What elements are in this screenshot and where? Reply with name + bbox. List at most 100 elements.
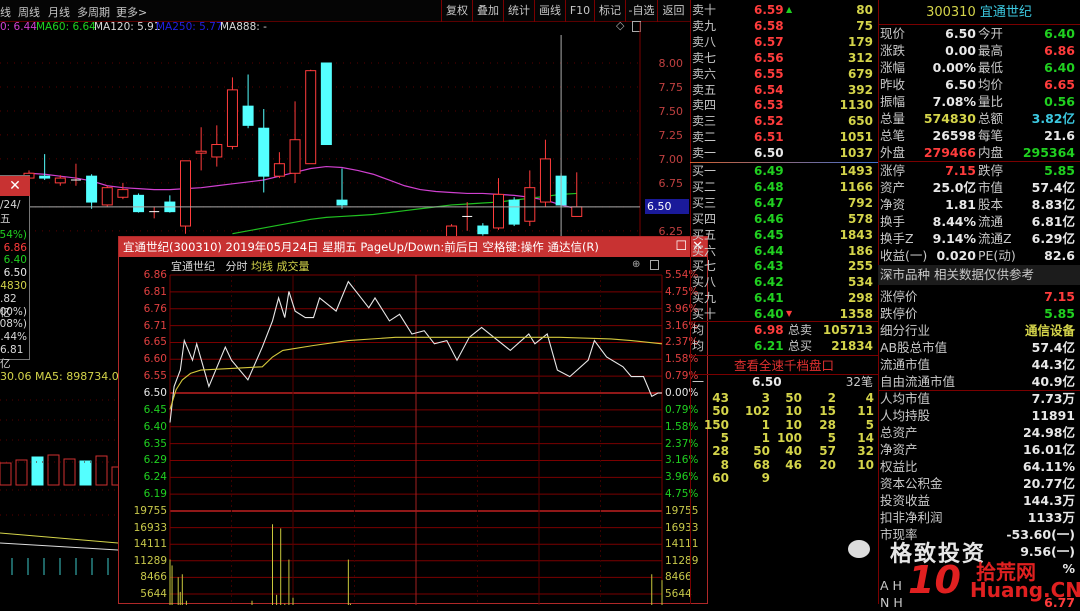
bar-info-value: /24/五 [0,199,21,225]
bar-info-value: 8.44% [0,331,27,344]
kline-price-tick: 8.00 [659,57,684,70]
quote-value: 64.11% [1022,459,1075,474]
ask-level[interactable]: 卖一 6.50 1037 [690,145,878,161]
quote-label: 总资产 [880,425,918,440]
ask-level[interactable]: 卖六 6.55 679 [690,66,878,82]
kline-price-tick: 7.00 [659,153,684,166]
quote-label: 现价 [880,26,906,41]
ask-level[interactable]: 卖九 6.58 75 [690,18,878,34]
full-depth-link[interactable]: 查看全速千档盘口 [690,355,878,375]
ask-level[interactable]: 卖二 6.51 1051 [690,129,878,145]
bid-level[interactable]: 买五 6.45 1843 [690,227,878,243]
tick-volume: 15 [819,404,836,419]
level-label: 买三 [692,195,717,210]
level-price: 6.40 [754,307,784,322]
ask-level[interactable]: 卖七 6.56 312 [690,50,878,66]
bid-level[interactable]: 买三 6.47 792 [690,195,878,211]
bid-level[interactable]: 买一 6.49 1493 [690,163,878,179]
volume-bar [47,454,60,486]
candle-body [258,127,270,177]
left-price-tick: 6.19 [143,488,167,501]
tick-volume: 60 [712,470,729,485]
tick-volume: 5 [827,430,836,445]
ask-level[interactable]: 卖八 6.57 179 [690,34,878,50]
bid-level[interactable]: 买九 6.41 298 [690,290,878,306]
quote-row: 流通市值 44.3亿 [878,356,1080,373]
candle-body [195,150,207,154]
bid-level[interactable]: 买十 6.40 ▼ 1358 [690,306,878,322]
candle-body [493,193,504,229]
ask-level[interactable]: 卖四 6.53 1130 [690,97,878,113]
avg-buy-row: 均 6.21 总买 21834 [690,338,878,354]
level-volume: 298 [847,291,873,306]
bid-level[interactable]: 买七 6.43 255 [690,258,878,274]
candle-body [539,158,551,203]
logo-en: Huang.CN [970,578,1080,602]
intraday-chart[interactable] [119,237,709,605]
total-sell-label: 总卖 [788,323,813,337]
right-percent-tick: 3.16% [665,454,699,467]
right-volume-tick: 19755 [665,505,699,517]
quote-value: 6.50 [945,26,976,41]
level-volume: 255 [847,259,873,274]
bid-level[interactable]: 买八 6.42 534 [690,274,878,290]
tick-volume: 11 [857,404,874,419]
quote-row: 细分行业 通信设备 [878,322,1080,339]
quote-row: 自由流通市值 40.9亿 [878,373,1080,390]
level-price: 6.54 [754,82,784,97]
quote-value: 26598 [932,128,977,143]
quote-label: 涨幅 [880,60,906,75]
quote-row: 换手 8.44% 流通 6.81亿 [878,213,1080,230]
quote-row: 扣非净利润 1133万 [878,509,1080,526]
bar-info-value: 7.08%) [0,318,27,331]
tick-volume: 50 [712,404,729,419]
quote-value: 6.40 [1044,26,1075,41]
quote-value: 279466 [923,145,976,160]
left-price-tick: 6.86 [143,269,167,281]
candle-body [39,175,51,179]
candle-body [54,177,66,184]
quote-label: 每笔 [978,128,1004,143]
bid-level[interactable]: 买六 6.44 186 [690,243,878,259]
quote-label: 人均持股 [880,408,931,423]
arrow-up-icon: ▲ [786,5,793,14]
bid-level[interactable]: 买二 6.48 1166 [690,179,878,195]
level-volume: 679 [847,66,873,81]
bar-info-panel: ✕ /24/五.54%)6.866.406.50574830.82亿0.00%)… [0,175,30,370]
close-icon[interactable]: ✕ [0,176,30,196]
right-volume-tick: 5644 [665,588,692,600]
quote-label: 振幅 [880,94,906,109]
level-volume: 1843 [839,227,873,242]
bid-level[interactable]: 买四 6.46 578 [690,211,878,227]
tick-volume: 102 [744,404,770,419]
candle-body [305,70,317,165]
bar-info-value: 6.81亿 [0,344,24,370]
logo-number: 10 [908,558,961,602]
level-label: 买一 [692,164,717,178]
ask-level[interactable]: 卖三 6.52 650 [690,113,878,129]
left-price-tick: 6.81 [143,285,167,298]
quote-value: 11891 [1031,408,1076,423]
quote-row: 资本公积金 20.77亿 [878,475,1080,492]
level-price: 6.59 [754,3,784,17]
quote-row: 权益比 64.11% [878,458,1080,475]
level-volume: 179 [847,34,873,49]
quote-label: 内盘 [978,145,1004,160]
tick-volume: 10 [857,457,874,472]
level-price: 6.50 [754,146,784,161]
bar-info-value: 574830 [0,280,27,292]
total-buy-label: 总买 [788,339,813,353]
quote-row: 总资产 24.98亿 [878,424,1080,441]
indicator-line [0,542,119,551]
candle-body [86,175,98,203]
left-volume-tick: 14111 [133,538,167,551]
tick-volume: 9 [761,470,770,485]
bar-info-value: .54%) [0,228,27,241]
ask-level[interactable]: 卖五 6.54 392 [690,82,878,98]
quote-label: 细分行业 [880,323,931,338]
avg-label: 均 [692,323,705,337]
ask-level[interactable]: 卖十 6.59 ▲ 80 [690,2,878,18]
level-label: 卖三 [692,114,717,129]
tick-volume: 50 [785,391,802,405]
right-percent-tick: 2.37% [665,437,699,450]
